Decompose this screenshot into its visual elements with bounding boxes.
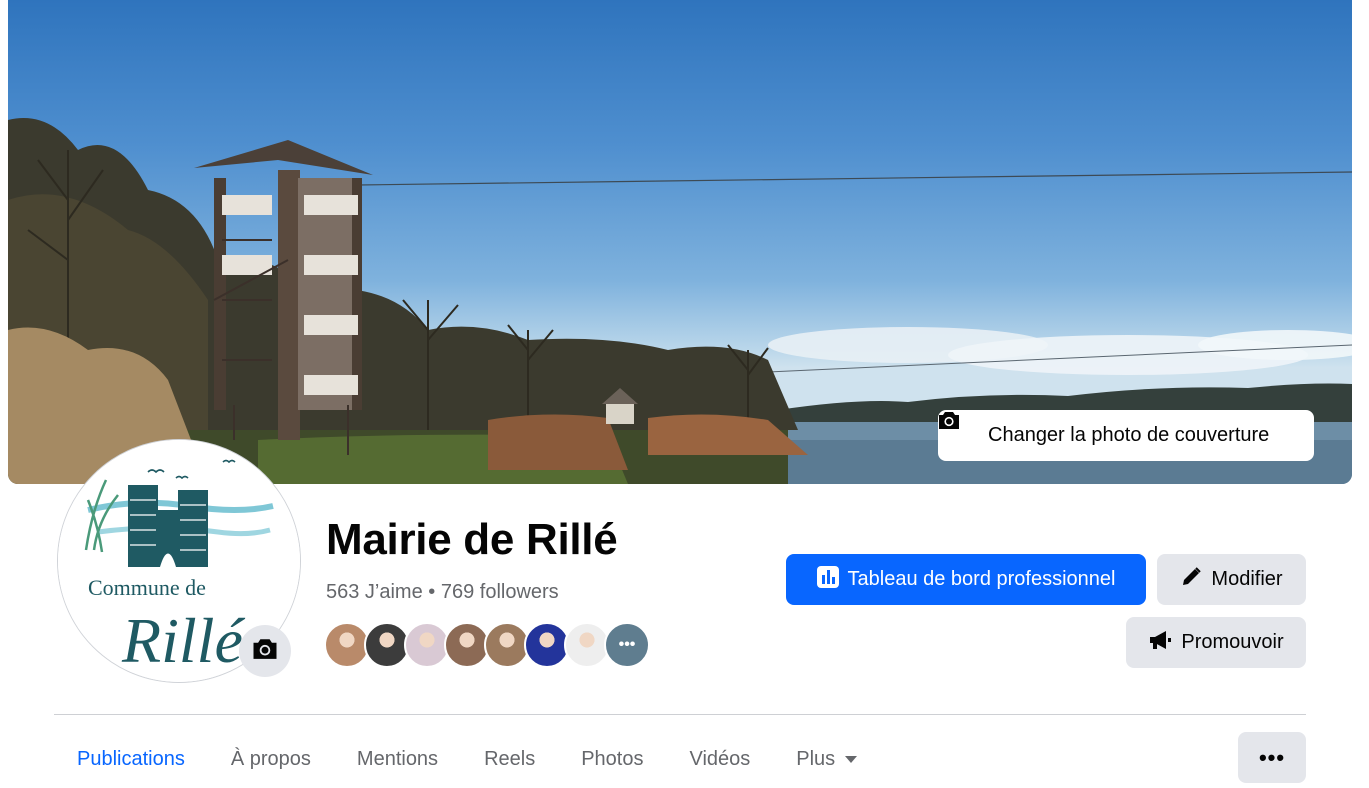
more-dots-icon: •••: [1258, 744, 1286, 770]
tab-mentions[interactable]: Mentions: [334, 732, 461, 786]
caret-down-icon: [845, 755, 858, 763]
avatar-line2: Rillé: [121, 605, 245, 676]
tab-label: Photos: [581, 747, 644, 770]
tab-label: Mentions: [356, 747, 439, 770]
likes-link[interactable]: 563 J’aime: [326, 581, 423, 603]
dashboard-label: Tableau de bord professionnel: [847, 568, 1116, 590]
camera-icon: [252, 637, 278, 665]
tab-label: Reels: [484, 747, 536, 770]
tab-publications[interactable]: Publications: [54, 732, 208, 786]
more-dots-icon: •••: [618, 636, 636, 653]
tab-label: Vidéos: [689, 747, 751, 770]
edit-label: Modifier: [1211, 568, 1283, 590]
more-followers-avatar[interactable]: •••: [604, 622, 650, 668]
pencil-icon: [1180, 566, 1202, 594]
professional-dashboard-button[interactable]: Tableau de bord professionnel: [786, 554, 1146, 605]
edit-button[interactable]: Modifier: [1157, 554, 1306, 605]
header-divider: [54, 714, 1306, 715]
change-cover-label: Changer la photo de couverture: [988, 424, 1270, 446]
tab-photos[interactable]: Photos: [558, 732, 666, 786]
avatar-camera-button[interactable]: [239, 625, 291, 677]
promote-button[interactable]: Promouvoir: [1126, 617, 1306, 668]
cover-photo[interactable]: Changer la photo de couverture: [8, 0, 1352, 484]
page-stats: 563 J’aime • 769 followers: [326, 581, 559, 604]
follower-avatars: •••: [324, 622, 650, 668]
camera-icon: [939, 412, 978, 446]
page-title: Mairie de Rillé: [326, 515, 618, 564]
promote-label: Promouvoir: [1181, 631, 1284, 653]
tab-videos[interactable]: Vidéos: [666, 732, 773, 786]
followers-link[interactable]: 769 followers: [441, 581, 559, 603]
avatar-line1: Commune de: [88, 575, 206, 600]
tab-label: À propos: [230, 747, 311, 770]
more-options-button[interactable]: •••: [1238, 732, 1306, 783]
chart-icon: [816, 565, 839, 594]
tab-about[interactable]: À propos: [208, 732, 334, 786]
page-tabs: Publications À propos Mentions Reels Pho…: [54, 732, 880, 786]
megaphone-icon: [1148, 629, 1172, 657]
stats-separator: •: [422, 581, 441, 603]
tab-label: Publications: [77, 747, 185, 770]
change-cover-button[interactable]: Changer la photo de couverture: [938, 410, 1314, 461]
tab-label: Plus: [796, 747, 836, 770]
tab-reels[interactable]: Reels: [461, 732, 558, 786]
tab-more[interactable]: Plus: [773, 732, 880, 786]
